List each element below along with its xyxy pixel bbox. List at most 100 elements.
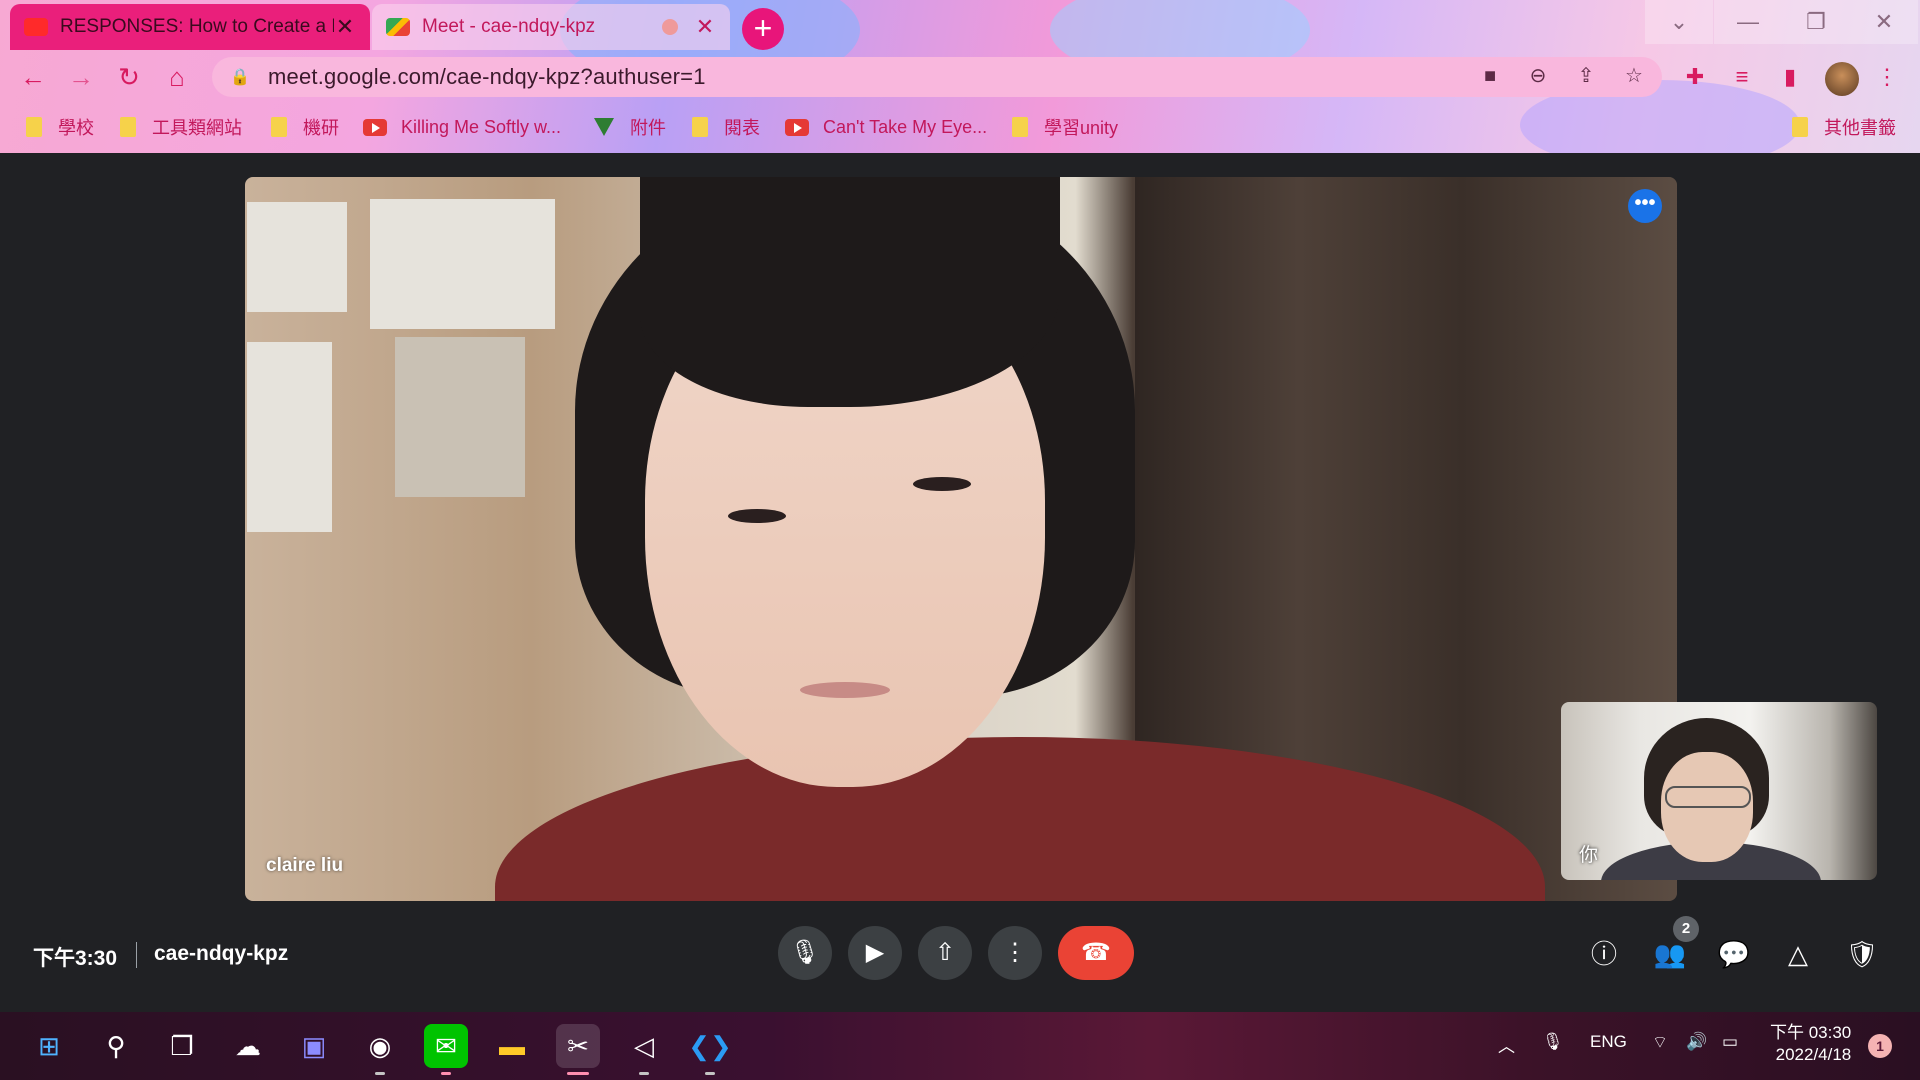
- bookmark-item[interactable]: 學習unity: [1012, 114, 1118, 140]
- volume-icon[interactable]: 🔊: [1686, 1032, 1707, 1052]
- show-hidden-icons[interactable]: ︿: [1498, 1032, 1515, 1057]
- browser-toolbar: ← → ↻ ⌂ 🔒 meet.google.com/cae-ndqy-kpz?a…: [0, 52, 1920, 102]
- bookmark-label: 附件: [630, 118, 666, 138]
- bookmark-item[interactable]: Can't Take My Eye...: [785, 114, 987, 140]
- meet-control-bar: 下午3:30 cae-ndqy-kpz 🎙 ▶ ⇧ ⋮ ☎ ⓘ 👥 💬 △ 🛡: [0, 920, 1920, 990]
- file-explorer-icon[interactable]: ▬: [490, 1024, 534, 1068]
- tab-youtube[interactable]: RESPONSES: How to Create a F ✕: [10, 4, 370, 50]
- activities-icon[interactable]: △: [1778, 934, 1818, 974]
- bookmark-label: Can't Take My Eye...: [823, 116, 988, 137]
- folder-icon: [271, 117, 287, 137]
- task-view-icon[interactable]: ❐: [160, 1024, 204, 1068]
- bookmark-item[interactable]: 機研: [271, 114, 339, 140]
- back-icon[interactable]: ←: [16, 60, 50, 94]
- address-bar[interactable]: 🔒 meet.google.com/cae-ndqy-kpz?authuser=…: [212, 57, 1662, 97]
- bookmarks-bar: 學校 工具類網站 機研 Killing Me Softly w... 附件 閱表…: [0, 106, 1920, 146]
- battery-icon[interactable]: ▭: [1722, 1032, 1738, 1052]
- self-view-tile[interactable]: 你: [1561, 702, 1877, 880]
- bookmark-item[interactable]: 工具類網站: [120, 114, 242, 140]
- notification-badge[interactable]: 1: [1868, 1034, 1892, 1058]
- youtube-icon: [24, 18, 48, 36]
- share-icon[interactable]: ⇪: [1572, 62, 1600, 90]
- host-controls-icon[interactable]: 🛡: [1842, 934, 1882, 974]
- clock-date: 2022/4/18: [1775, 1045, 1852, 1064]
- person-bangs: [640, 177, 1060, 407]
- folder-icon: [120, 117, 136, 137]
- system-clock[interactable]: 下午 03:30 2022/4/18: [1770, 1022, 1851, 1066]
- meeting-details-icon[interactable]: ⓘ: [1584, 934, 1624, 974]
- other-bookmarks[interactable]: 其他書籤: [1792, 114, 1896, 140]
- participant-count-badge: 2: [1673, 916, 1699, 942]
- folder-icon: [26, 117, 42, 137]
- tab-meet[interactable]: Meet - cae-ndqy-kpz ✕: [372, 4, 730, 50]
- wall-poster: [370, 199, 555, 329]
- google-meet-icon: [386, 18, 410, 36]
- wall-poster: [247, 202, 347, 312]
- running-indicator: [375, 1072, 385, 1075]
- bookmark-label: 機研: [303, 118, 339, 138]
- forward-icon[interactable]: →: [64, 60, 98, 94]
- close-tab-icon[interactable]: ✕: [694, 14, 716, 40]
- camera-button[interactable]: ▶: [848, 926, 902, 980]
- microphone-icon[interactable]: 🎙: [1542, 1032, 1564, 1052]
- tab-title: Meet - cae-ndqy-kpz: [422, 16, 596, 37]
- more-options-button[interactable]: ⋮: [988, 926, 1042, 980]
- folder-icon: [1792, 117, 1808, 137]
- browser-menu-icon[interactable]: ⋮: [1872, 62, 1902, 92]
- url-text: meet.google.com/cae-ndqy-kpz?authuser=1: [268, 64, 706, 89]
- running-indicator: [639, 1072, 649, 1075]
- new-tab-button[interactable]: +: [742, 8, 784, 50]
- wall-poster: [247, 342, 332, 532]
- youtube-icon: [785, 118, 809, 136]
- reload-icon[interactable]: ↻: [112, 60, 146, 94]
- running-indicator: [441, 1072, 451, 1075]
- chat-icon[interactable]: 💬: [1714, 934, 1754, 974]
- camera-icon[interactable]: ■: [1476, 62, 1504, 90]
- person-eye: [913, 477, 971, 491]
- teams-chat-icon[interactable]: ▣: [292, 1024, 336, 1068]
- snipping-tool-icon[interactable]: ✂: [556, 1024, 600, 1068]
- weather-icon[interactable]: ☁: [226, 1024, 270, 1068]
- divider: [136, 942, 137, 968]
- bookmark-item[interactable]: 附件: [594, 114, 666, 140]
- bookmark-item[interactable]: Killing Me Softly w...: [363, 114, 561, 140]
- close-tab-icon[interactable]: ✕: [334, 14, 356, 40]
- vscode-icon[interactable]: ❮❯: [688, 1024, 732, 1068]
- unity-icon[interactable]: ◁: [622, 1024, 666, 1068]
- bookmark-label: 閱表: [724, 118, 760, 138]
- home-icon[interactable]: ⌂: [160, 60, 194, 94]
- youtube-icon: [363, 118, 387, 136]
- side-panel-icon[interactable]: ▮: [1775, 62, 1805, 92]
- profile-avatar[interactable]: [1825, 62, 1859, 96]
- leave-call-button[interactable]: ☎: [1058, 926, 1134, 980]
- search-icon[interactable]: ⚲: [94, 1024, 138, 1068]
- line-app-icon[interactable]: ✉: [424, 1024, 468, 1068]
- start-icon[interactable]: ⊞: [27, 1024, 71, 1068]
- folder-icon: [1012, 117, 1028, 137]
- tab-strip: RESPONSES: How to Create a F ✕ Meet - ca…: [0, 0, 1920, 52]
- close-window-button[interactable]: ✕: [1850, 0, 1918, 44]
- microphone-button[interactable]: 🎙: [778, 926, 832, 980]
- self-label: 你: [1579, 845, 1599, 866]
- bookmark-label: 工具類網站: [152, 118, 242, 138]
- present-screen-button[interactable]: ⇧: [918, 926, 972, 980]
- bookmark-star-icon[interactable]: ☆: [1620, 62, 1648, 90]
- self-glasses: [1665, 786, 1751, 808]
- media-control-icon[interactable]: ≡: [1727, 62, 1757, 92]
- extensions-icon[interactable]: ✚: [1680, 62, 1710, 92]
- chrome-icon[interactable]: ◉: [358, 1024, 402, 1068]
- input-language[interactable]: ENG: [1590, 1032, 1627, 1052]
- recording-indicator-icon: [662, 19, 678, 35]
- meeting-time: 下午3:30: [33, 947, 118, 970]
- minimize-button[interactable]: —: [1714, 0, 1782, 44]
- tab-search-button[interactable]: ⌄: [1645, 0, 1713, 44]
- bookmark-label: Killing Me Softly w...: [401, 116, 562, 137]
- bookmark-item[interactable]: 學校: [26, 114, 94, 140]
- bookmark-item[interactable]: 閱表: [692, 114, 760, 140]
- person-mouth: [800, 682, 890, 698]
- wifi-icon[interactable]: ⌔: [1652, 1032, 1668, 1053]
- more-options-button[interactable]: •••: [1628, 189, 1662, 223]
- restore-button[interactable]: ❐: [1782, 0, 1850, 44]
- zoom-icon[interactable]: ⊖: [1524, 62, 1552, 90]
- lock-icon: 🔒: [230, 69, 250, 86]
